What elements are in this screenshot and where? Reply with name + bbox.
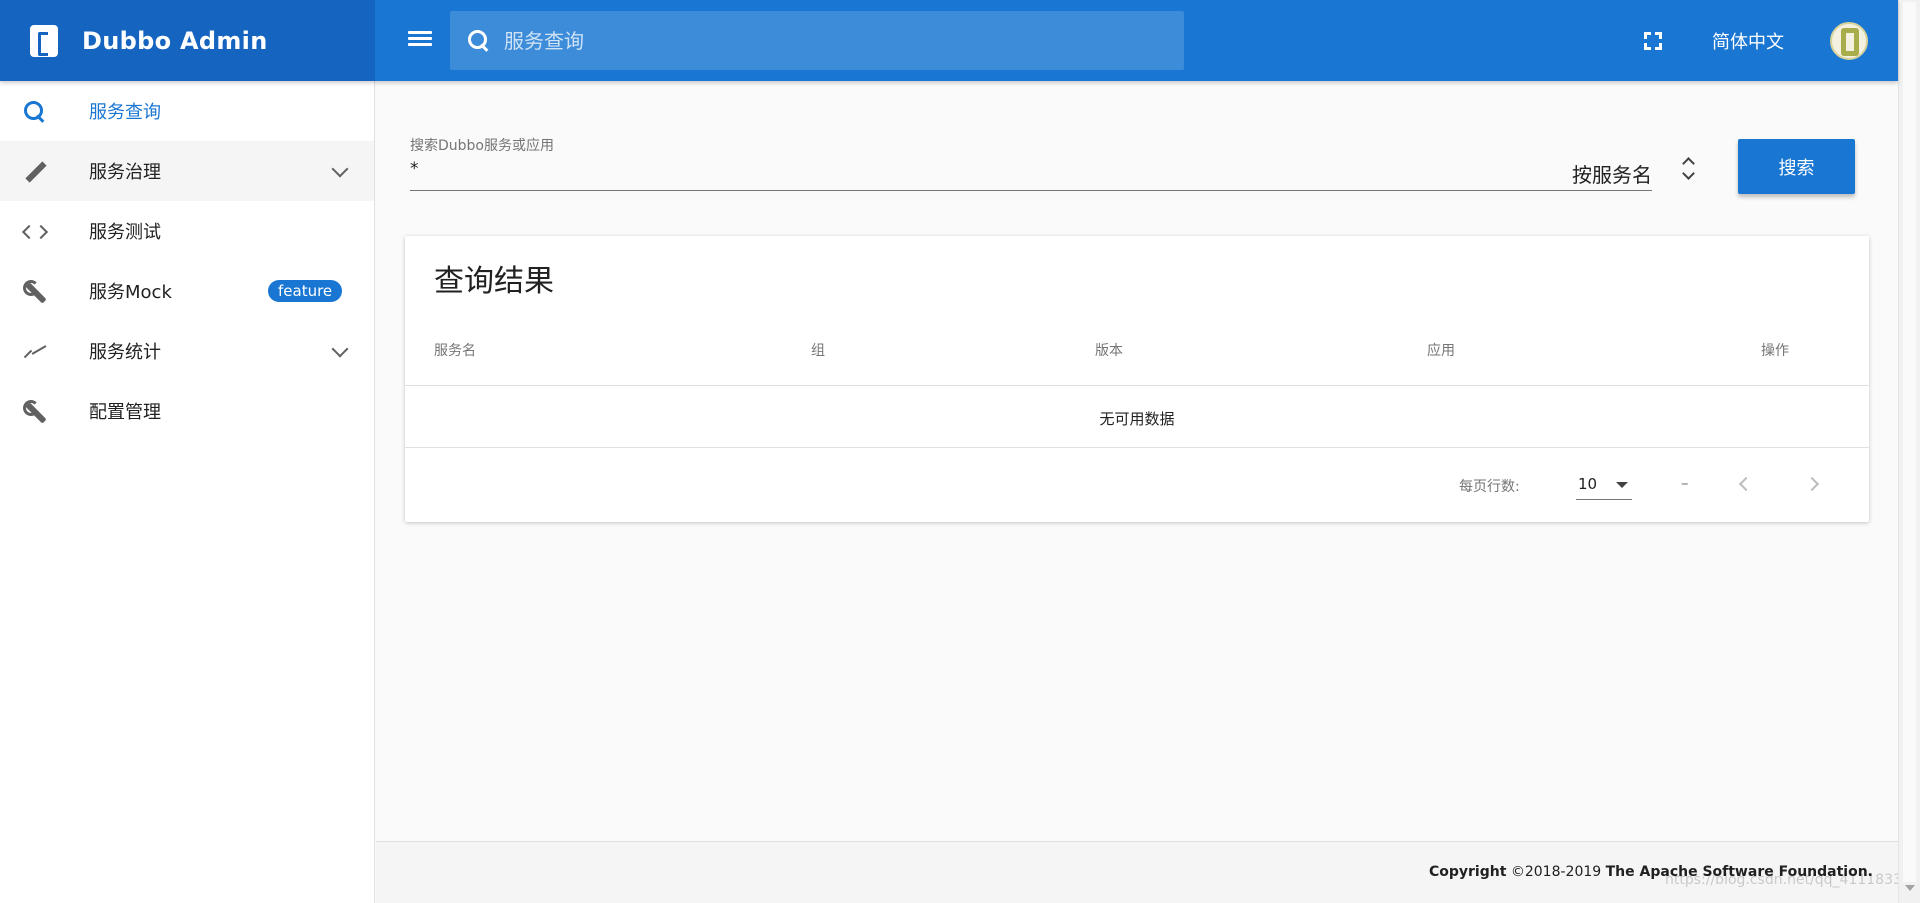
- column-header-version[interactable]: 版本: [1095, 340, 1123, 360]
- global-search-input[interactable]: [504, 28, 1184, 53]
- sidebar-item-service-test[interactable]: 服务测试: [0, 201, 374, 261]
- sidebar-item-service-statistics[interactable]: 服务统计: [0, 321, 374, 381]
- search-button[interactable]: 搜索: [1738, 139, 1855, 194]
- dubbo-logo-icon: [30, 24, 58, 57]
- sidebar-item-label: 服务查询: [89, 102, 161, 123]
- column-header-service-name[interactable]: 服务名: [434, 340, 476, 360]
- search-icon: [466, 28, 492, 54]
- sidebar-item-label: 配置管理: [89, 402, 161, 423]
- search-icon: [22, 99, 48, 125]
- pencil-icon: [22, 159, 48, 185]
- sidebar-item-label: 服务治理: [89, 162, 161, 183]
- rows-per-page-value: 10: [1578, 475, 1598, 493]
- rows-per-page-select[interactable]: 10: [1576, 470, 1632, 500]
- top-app-bar: Dubbo Admin 简体中文: [0, 0, 1898, 81]
- global-search-box[interactable]: [450, 11, 1184, 70]
- column-header-group[interactable]: 组: [811, 340, 825, 360]
- search-type-select[interactable]: 按服务名: [1572, 159, 1652, 188]
- results-title: 查询结果: [434, 264, 554, 299]
- chevron-left-icon[interactable]: [1738, 476, 1754, 492]
- sidebar: 服务查询 服务治理 服务测试 服务Mock feature 服务统计 配置管理: [0, 81, 375, 903]
- dropdown-arrow-icon: [1616, 482, 1628, 488]
- wrench-icon: [22, 399, 48, 425]
- avatar[interactable]: [1830, 22, 1868, 60]
- main-content: 搜索Dubbo服务或应用 * 按服务名 搜索 查询结果 服务名 组 版本 应用 …: [376, 81, 1898, 841]
- empty-state-text: 无可用数据: [1099, 410, 1175, 428]
- feature-badge: feature: [268, 280, 343, 302]
- header-divider: [405, 385, 1869, 386]
- table-divider: [405, 447, 1869, 448]
- wrench-icon: [22, 279, 48, 305]
- language-selector[interactable]: 简体中文: [1712, 28, 1784, 54]
- search-field-value[interactable]: *: [410, 159, 419, 179]
- vertical-scrollbar[interactable]: [1898, 0, 1920, 903]
- fullscreen-icon[interactable]: [1642, 30, 1664, 52]
- watermark: https://blog.csdn.net/qq_41118331: [1665, 872, 1911, 888]
- chevron-right-icon[interactable]: [1804, 476, 1820, 492]
- brand[interactable]: Dubbo Admin: [0, 0, 375, 81]
- pagination-range: –: [1681, 474, 1689, 492]
- service-search-field[interactable]: 搜索Dubbo服务或应用 * 按服务名: [410, 135, 1652, 191]
- trending-icon: [22, 339, 48, 365]
- column-header-actions: 操作: [1761, 343, 1789, 359]
- sidebar-item-label: 服务测试: [89, 222, 161, 243]
- menu-toggle-button[interactable]: [404, 28, 436, 54]
- sidebar-item-service-mock[interactable]: 服务Mock feature: [0, 261, 374, 321]
- search-field-label: 搜索Dubbo服务或应用: [410, 138, 554, 154]
- chevron-down-icon[interactable]: [331, 160, 349, 178]
- code-icon: [22, 219, 48, 245]
- sidebar-item-config-management[interactable]: 配置管理: [0, 381, 374, 441]
- app-title: Dubbo Admin: [82, 26, 268, 55]
- scrollbar-thumb[interactable]: [1903, 2, 1916, 882]
- hamburger-icon: [408, 31, 432, 34]
- scroll-down-icon[interactable]: [1905, 885, 1915, 891]
- sidebar-item-service-governance[interactable]: 服务治理: [0, 141, 374, 201]
- results-card: 查询结果 服务名 组 版本 应用 操作 无可用数据 每页行数: 10 –: [405, 236, 1869, 522]
- chevron-down-icon[interactable]: [331, 340, 349, 358]
- sidebar-item-label: 服务Mock: [89, 282, 172, 303]
- sidebar-item-label: 服务统计: [89, 342, 161, 363]
- sidebar-item-service-query[interactable]: 服务查询: [0, 81, 374, 141]
- rows-per-page-label: 每页行数:: [1459, 479, 1520, 495]
- column-header-application[interactable]: 应用: [1427, 340, 1455, 360]
- unfold-icon[interactable]: [1681, 155, 1695, 183]
